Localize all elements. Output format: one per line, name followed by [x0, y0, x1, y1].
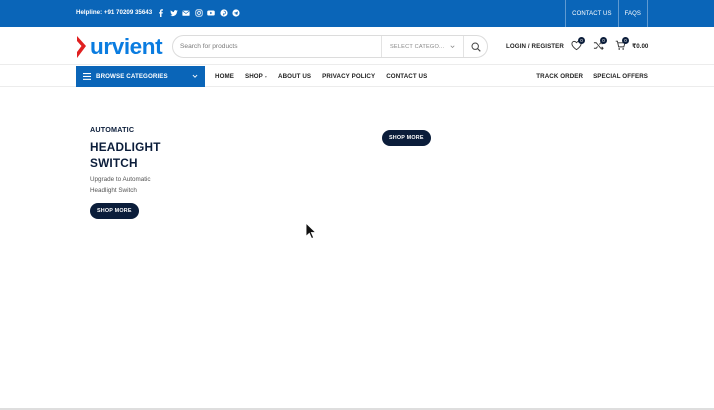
- shop-more-button[interactable]: SHOP MORE: [90, 203, 139, 219]
- browse-categories-label: BROWSE CATEGORIES: [96, 73, 168, 80]
- nav-links: HOME SHOP ▾ ABOUT US PRIVACY POLICY CONT…: [215, 66, 438, 87]
- login-register-link[interactable]: LOGIN / REGISTER: [506, 43, 564, 50]
- top-links: CONTACT US FAQS: [565, 0, 648, 27]
- wishlist-count-badge: 0: [578, 37, 585, 44]
- nav-special-offers[interactable]: SPECIAL OFFERS: [593, 73, 648, 80]
- hamburger-menu-icon: [83, 73, 91, 80]
- search-input[interactable]: [173, 36, 381, 57]
- cart-button[interactable]: 0: [615, 37, 629, 53]
- mouse-cursor-icon: [305, 222, 317, 240]
- logo-text: urvient: [90, 33, 163, 59]
- hero-subtitle: Upgrade to Automatic Headlight Switch: [90, 176, 151, 194]
- chevron-down-icon: [192, 74, 198, 78]
- search-button[interactable]: [463, 36, 487, 57]
- search-bar: SELECT CATEGO...: [172, 35, 488, 58]
- nav-shop-label: SHOP: [244, 73, 263, 80]
- email-icon[interactable]: [182, 8, 191, 17]
- nav-right-links: TRACK ORDER SPECIAL OFFERS: [526, 66, 648, 87]
- nav-home[interactable]: HOME: [215, 73, 234, 80]
- chevron-down-icon: [450, 45, 455, 49]
- top-bar: Helpline: +91 70209 35643 CONTACT US FAQ…: [0, 0, 714, 27]
- compare-count-badge: 0: [600, 37, 607, 44]
- social-links: [157, 8, 241, 17]
- wishlist-button[interactable]: 0: [571, 37, 585, 53]
- browse-categories-button[interactable]: BROWSE CATEGORIES: [76, 66, 205, 87]
- instagram-icon[interactable]: [195, 8, 204, 17]
- top-faqs-link[interactable]: FAQS: [617, 0, 648, 27]
- telegram-icon[interactable]: [232, 8, 241, 17]
- compare-button[interactable]: 0: [593, 37, 607, 53]
- nav-about-us[interactable]: ABOUT US: [278, 73, 311, 80]
- chevron-down-icon: ▾: [264, 74, 268, 79]
- shop-more-button-secondary[interactable]: SHOP MORE: [382, 130, 431, 146]
- nav-shop[interactable]: SHOP ▾: [245, 73, 267, 80]
- nav-privacy-policy[interactable]: PRIVACY POLICY: [322, 73, 375, 80]
- facebook-icon[interactable]: [157, 8, 166, 17]
- top-contact-us-link[interactable]: CONTACT US: [565, 0, 617, 27]
- nav-contact-us[interactable]: CONTACT US: [386, 73, 427, 80]
- youtube-icon[interactable]: [207, 8, 216, 17]
- nav-track-order[interactable]: TRACK ORDER: [536, 73, 583, 80]
- category-select[interactable]: SELECT CATEGO...: [381, 36, 463, 57]
- twitter-icon[interactable]: [170, 8, 179, 17]
- cart-total[interactable]: ₹0.00: [632, 43, 648, 50]
- hero-eyebrow: AUTOMATIC: [90, 125, 135, 134]
- category-select-label: SELECT CATEGO...: [390, 43, 445, 50]
- cart-count-badge: 0: [622, 37, 629, 44]
- main-navigation: BROWSE CATEGORIES HOME SHOP ▾ ABOUT US P…: [0, 66, 714, 87]
- logo-chevron-icon: [77, 36, 86, 58]
- site-logo[interactable]: urvient: [76, 33, 163, 60]
- pinterest-icon[interactable]: [220, 8, 229, 17]
- hero-title: HEADLIGHT SWITCH: [90, 140, 161, 170]
- helpline-text: Helpline: +91 70209 35643: [76, 9, 153, 16]
- main-header: urvient SELECT CATEGO... LOGIN / REGISTE…: [0, 27, 714, 65]
- search-icon: [470, 41, 481, 52]
